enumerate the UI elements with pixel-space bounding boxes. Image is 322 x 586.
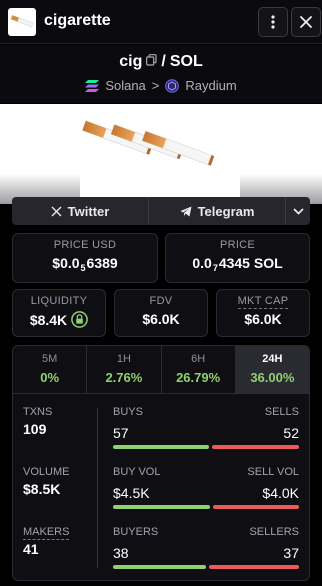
price-usd-label: PRICE USD	[53, 239, 117, 251]
buy-sell-breakdown: BUYS SELLS 57 52 BUY VOL SELL VOL $4.5K …	[113, 406, 299, 580]
lock-icon	[71, 311, 89, 328]
chain-name-link[interactable]: Solana	[105, 78, 145, 93]
buys-bar	[113, 445, 209, 449]
price-sol-card: PRICE 0.074345 SOL	[165, 233, 310, 283]
sells-label: SELLS	[264, 406, 299, 418]
volume-label: VOLUME	[23, 466, 70, 478]
sellers-bar	[208, 565, 299, 569]
sells-value: 52	[283, 425, 299, 441]
makers-value: 41	[23, 541, 39, 557]
sellers-value: 37	[283, 545, 299, 561]
fdv-card: FDV $6.0K	[114, 289, 208, 337]
buyers-value: 38	[113, 545, 129, 561]
buys-value: 57	[113, 425, 129, 441]
sellers-label: SELLERS	[249, 526, 299, 538]
sell-volume-label: SELL VOL	[247, 466, 299, 478]
liquidity-label: LIQUIDITY	[30, 295, 88, 307]
pair-info: cig / SOL Solana > Raydium	[0, 45, 322, 103]
buy-volume-bar	[113, 505, 210, 509]
raydium-icon	[165, 78, 180, 93]
dex-name-link[interactable]: Raydium	[185, 78, 236, 93]
transaction-stats-panel: 5M 0% 1H 2.76% 6H 26.79% 24H 36.00% TXNS 109…	[12, 345, 310, 581]
column-divider	[97, 408, 98, 568]
social-links: Twitter Telegram	[12, 197, 310, 225]
quote-token-symbol: SOL	[169, 53, 203, 70]
market-cap-card: MKT CAP $6.0K	[216, 289, 310, 337]
buys-label: BUYS	[113, 406, 143, 418]
tab-1h[interactable]: 1H 2.76%	[87, 346, 162, 393]
token-thumbnail	[8, 8, 36, 36]
kebab-menu-icon	[271, 15, 275, 29]
liquidity-value: $8.4K	[29, 311, 68, 328]
solana-icon	[85, 79, 100, 92]
volume-value: $8.5K	[23, 481, 61, 497]
chevron-right-icon: >	[151, 78, 160, 93]
copy-address-icon[interactable]	[146, 53, 157, 71]
expand-links-button[interactable]	[286, 197, 310, 225]
base-token-symbol: cig	[119, 53, 143, 70]
telegram-label: Telegram	[197, 203, 255, 219]
pair-separator: /	[161, 53, 166, 70]
fdv-value: $6.0K	[142, 311, 180, 327]
chevron-down-icon	[292, 207, 304, 215]
close-icon	[300, 16, 312, 28]
fdv-label: FDV	[149, 295, 173, 307]
close-button[interactable]	[291, 7, 321, 37]
buy-volume-label: BUY VOL	[113, 466, 161, 478]
tab-6h[interactable]: 6H 26.79%	[162, 346, 236, 393]
buyers-sellers-row: BUYERS SELLERS 38 37	[113, 526, 299, 580]
txns-value: 109	[23, 421, 47, 437]
twitter-button[interactable]: Twitter	[12, 197, 149, 225]
telegram-button[interactable]: Telegram	[149, 197, 286, 225]
buys-sells-bar	[113, 445, 299, 449]
txns-label: TXNS	[23, 406, 53, 418]
buyers-bar	[113, 565, 206, 569]
summary-metrics: TXNS 109 VOLUME $8.5K MAKERS 41	[23, 406, 93, 580]
market-cap-value: $6.0K	[244, 311, 282, 327]
token-title: cigarette	[44, 12, 111, 29]
tab-24h[interactable]: 24H 36.00%	[235, 346, 309, 393]
makers-label[interactable]: MAKERS	[23, 526, 70, 540]
sell-volume-bar	[212, 505, 299, 509]
price-usd-value: $0.056389	[52, 255, 118, 273]
sells-bar	[211, 445, 299, 449]
more-menu-button[interactable]	[258, 7, 288, 37]
telegram-icon	[180, 206, 192, 216]
volume-split-bar	[113, 505, 299, 509]
price-usd-card: PRICE USD $0.056389	[12, 233, 158, 283]
price-sol-label: PRICE	[219, 239, 256, 251]
price-sol-value: 0.074345 SOL	[192, 255, 283, 273]
x-logo-icon	[51, 206, 62, 216]
buyers-sellers-bar	[113, 565, 299, 569]
volume-split-row: BUY VOL SELL VOL $4.5K $4.0K	[113, 466, 299, 526]
liquidity-card: LIQUIDITY $8.4K	[12, 289, 106, 337]
twitter-label: Twitter	[67, 203, 110, 219]
sell-volume-value: $4.0K	[262, 485, 299, 501]
buy-volume-value: $4.5K	[113, 485, 150, 501]
tab-5m[interactable]: 5M 0%	[13, 346, 88, 393]
header: cigarette	[0, 0, 322, 44]
market-cap-label[interactable]: MKT CAP	[237, 295, 289, 309]
buys-sells-row: BUYS SELLS 57 52	[113, 406, 299, 466]
timeframe-tabs: 5M 0% 1H 2.76% 6H 26.79% 24H 36.00%	[13, 346, 309, 394]
buyers-label: BUYERS	[113, 526, 159, 538]
token-banner-image	[0, 104, 322, 204]
